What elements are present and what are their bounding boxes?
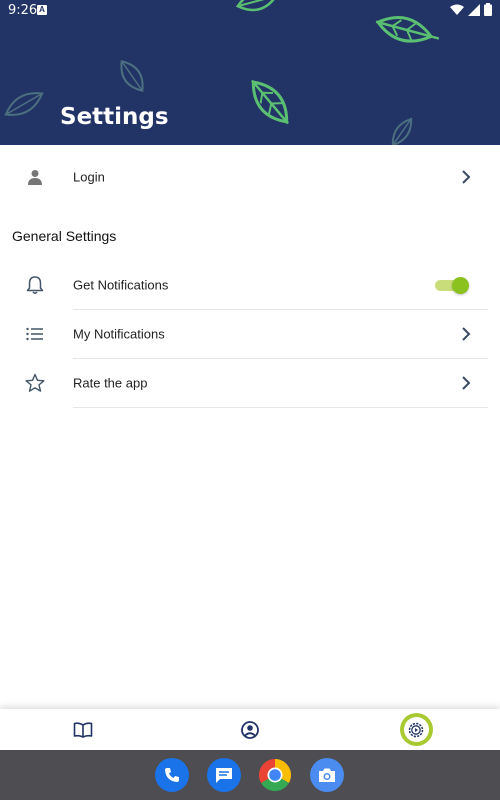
battery-icon — [484, 3, 492, 16]
star-icon — [23, 371, 47, 395]
book-icon — [73, 721, 93, 738]
person-icon — [23, 165, 47, 189]
section-title-general-settings: General Settings — [12, 228, 117, 244]
my-notifications-row[interactable]: My Notifications — [0, 309, 500, 358]
chevron-right-icon — [462, 326, 471, 341]
messages-icon — [216, 768, 232, 783]
android-dock — [0, 750, 500, 800]
leaf-decoration-icon — [120, 60, 144, 92]
page-title: Settings — [60, 104, 169, 130]
chrome-app[interactable] — [258, 758, 292, 792]
settings-icon — [408, 722, 424, 737]
phone-icon — [165, 768, 179, 782]
camera-icon — [319, 768, 335, 782]
divider — [73, 407, 488, 408]
status-icons — [450, 3, 492, 16]
rate-app-row[interactable]: Rate the app — [0, 358, 500, 407]
my-notifications-label: My Notifications — [73, 326, 165, 341]
camera-app[interactable] — [310, 758, 344, 792]
get-notifications-label: Get Notifications — [73, 277, 169, 292]
leaf-decoration-icon — [375, 15, 440, 43]
wifi-icon — [450, 4, 464, 15]
get-notifications-row: Get Notifications — [0, 260, 500, 309]
app-header: 9:26 A Settings — [0, 0, 500, 145]
active-indicator-inner — [403, 717, 429, 742]
bell-icon — [23, 273, 47, 297]
chevron-right-icon — [462, 169, 471, 184]
bottom-navigation — [0, 709, 500, 750]
rate-app-label: Rate the app — [73, 375, 148, 390]
leaf-decoration-icon — [391, 117, 413, 145]
status-time: 9:26 — [8, 3, 38, 18]
login-label: Login — [73, 169, 105, 184]
phone-app[interactable] — [155, 758, 189, 792]
leaf-decoration-icon — [4, 92, 44, 116]
leaf-decoration-icon — [235, 0, 279, 12]
toggle-knob — [452, 276, 469, 294]
active-indicator — [399, 713, 433, 746]
leaf-decoration-icon — [251, 79, 289, 125]
signal-icon — [468, 3, 480, 16]
list-icon — [23, 322, 47, 346]
account-circle-icon — [241, 720, 259, 739]
notifications-toggle[interactable] — [435, 276, 469, 294]
messages-app[interactable] — [207, 758, 241, 792]
nav-tab-settings[interactable] — [396, 709, 436, 750]
chrome-icon — [258, 758, 292, 792]
login-row[interactable]: Login — [0, 152, 500, 201]
nav-tab-account[interactable] — [230, 709, 270, 750]
notification-a-icon: A — [37, 5, 47, 15]
chevron-right-icon — [462, 375, 471, 390]
nav-tab-book[interactable] — [63, 709, 103, 750]
